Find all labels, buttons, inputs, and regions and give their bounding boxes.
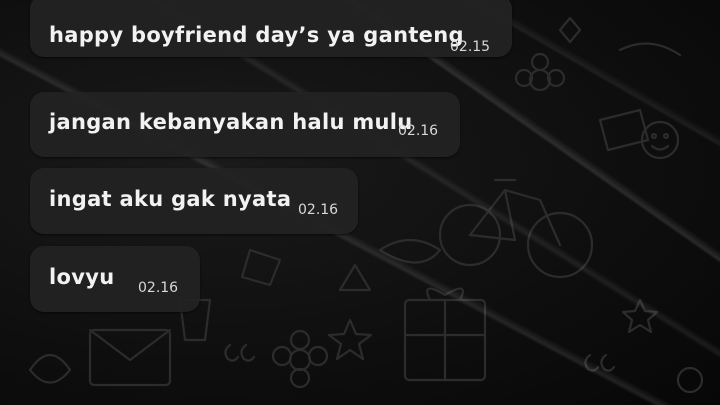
message-time: 02.16 bbox=[298, 202, 339, 218]
message-text: jangan kebanyakan halu mulu bbox=[49, 110, 413, 134]
message-bubble[interactable]: lovyu 02.16 bbox=[30, 246, 200, 312]
message-time: 02.16 bbox=[398, 123, 439, 139]
message-text: ingat aku gak nyata bbox=[49, 187, 292, 211]
star-doodle-icon bbox=[327, 298, 659, 361]
message-bubble[interactable]: ingat aku gak nyata 02.16 bbox=[30, 168, 358, 234]
quote-doodle-icon bbox=[224, 343, 616, 372]
message-text: happy boyfriend day’s ya ganteng bbox=[49, 23, 464, 47]
chat-screen: happy boyfriend day’s ya ganteng 02.15 j… bbox=[0, 0, 720, 405]
message-time: 02.15 bbox=[450, 39, 491, 55]
message-time: 02.16 bbox=[138, 280, 179, 296]
gift-doodle-icon bbox=[403, 287, 487, 382]
message-bubble[interactable]: happy boyfriend day’s ya ganteng 02.15 bbox=[30, 0, 512, 57]
envelope-doodle-icon bbox=[88, 328, 172, 387]
message-text: lovyu bbox=[49, 265, 115, 289]
message-bubble[interactable]: jangan kebanyakan halu mulu 02.16 bbox=[30, 92, 460, 157]
bicycle-doodle-icon bbox=[438, 178, 594, 279]
